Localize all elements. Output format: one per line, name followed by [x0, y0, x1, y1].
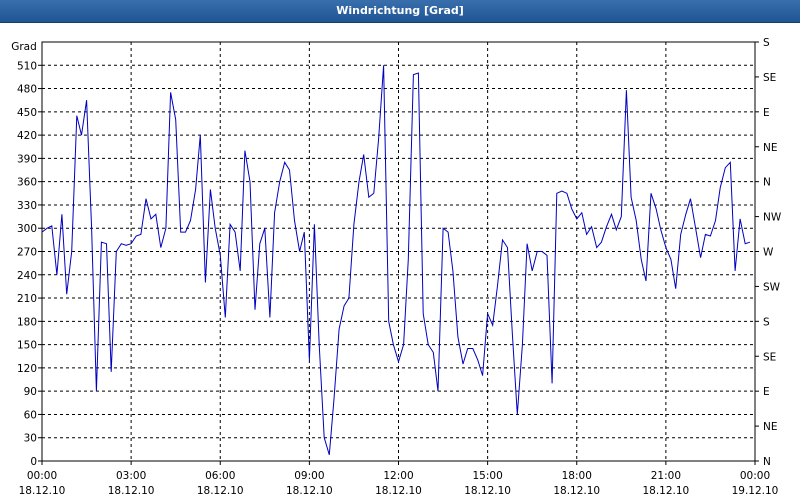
y-tick-label: 510	[17, 60, 37, 72]
x-tick-date: 18.12.10	[19, 485, 66, 497]
y-tick-label: 180	[17, 316, 37, 328]
x-tick-time: 00:00	[740, 470, 770, 482]
y-tick-label: 30	[24, 433, 37, 445]
y-tick-label: 450	[17, 107, 37, 119]
series-group	[41, 65, 751, 455]
y-tick-label: 480	[17, 84, 37, 96]
x-tick-date: 18.12.10	[108, 485, 155, 497]
right-tick-label: SE	[763, 72, 776, 84]
y-tick-label: 330	[17, 200, 37, 212]
y-tick-label: 150	[17, 340, 37, 352]
right-tick-label: NW	[763, 212, 782, 224]
x-tick-date: 18.12.10	[197, 485, 244, 497]
chart-window: Windrichtung [Grad] Grad 0 30 60 90 120 150 18…	[0, 0, 800, 500]
y-tick-label: 90	[24, 386, 37, 398]
right-tick-label: NE	[763, 421, 778, 433]
right-tick-label: N	[763, 456, 771, 468]
y-tick-label: 390	[17, 153, 37, 165]
x-tick-time: 03:00	[116, 470, 146, 482]
x-tick-time: 15:00	[472, 470, 502, 482]
x-tick-time: 18:00	[562, 470, 592, 482]
y-tick-label: 300	[17, 223, 37, 235]
y-tick-label: 360	[17, 177, 37, 189]
right-axis-ticks: N NE E SE S SW W NW N NE E SE S	[755, 37, 782, 468]
y-tick-label: 60	[24, 409, 37, 421]
right-tick-label: SW	[763, 281, 781, 293]
y-tick-label: 210	[17, 293, 37, 305]
x-tick-time: 00:00	[27, 470, 57, 482]
x-tick-date: 19.12.10	[732, 485, 779, 497]
right-tick-label: S	[763, 316, 770, 328]
x-tick-date: 18.12.10	[553, 485, 600, 497]
y-tick-label: 120	[17, 363, 37, 375]
y-axis-label: Grad	[11, 41, 37, 53]
x-tick-date: 18.12.10	[642, 485, 689, 497]
y-tick-label: 270	[17, 247, 37, 259]
right-tick-label: S	[763, 37, 770, 49]
right-tick-label: SE	[763, 351, 776, 363]
x-tick-date: 18.12.10	[286, 485, 333, 497]
x-tick-time: 06:00	[205, 470, 235, 482]
x-tick-date: 18.12.10	[464, 485, 511, 497]
right-tick-label: NE	[763, 142, 778, 154]
y-tick-label: 420	[17, 130, 37, 142]
y-tick-label: 240	[17, 270, 37, 282]
right-tick-label: E	[763, 107, 770, 119]
chart-canvas: Grad 0 30 60 90 120 150 180 210 240 270 300 330 360 3…	[11, 37, 782, 497]
y-axis-ticks: 0 30 60 90 120 150 180 210 240 270 300 330 360 390 420…	[17, 60, 42, 468]
x-axis-ticks: 00:00 18.12.10 03:00 18.12.10 06:00 18.12.10 0…	[19, 461, 779, 497]
y-tick-label: 0	[30, 456, 37, 468]
wind-direction-line	[41, 65, 751, 455]
x-tick-time: 12:00	[383, 470, 413, 482]
right-tick-label: N	[763, 177, 771, 189]
x-tick-time: 09:00	[294, 470, 324, 482]
x-tick-date: 18.12.10	[375, 485, 422, 497]
x-tick-time: 21:00	[651, 470, 681, 482]
right-tick-label: W	[763, 247, 774, 259]
right-tick-label: E	[763, 386, 770, 398]
